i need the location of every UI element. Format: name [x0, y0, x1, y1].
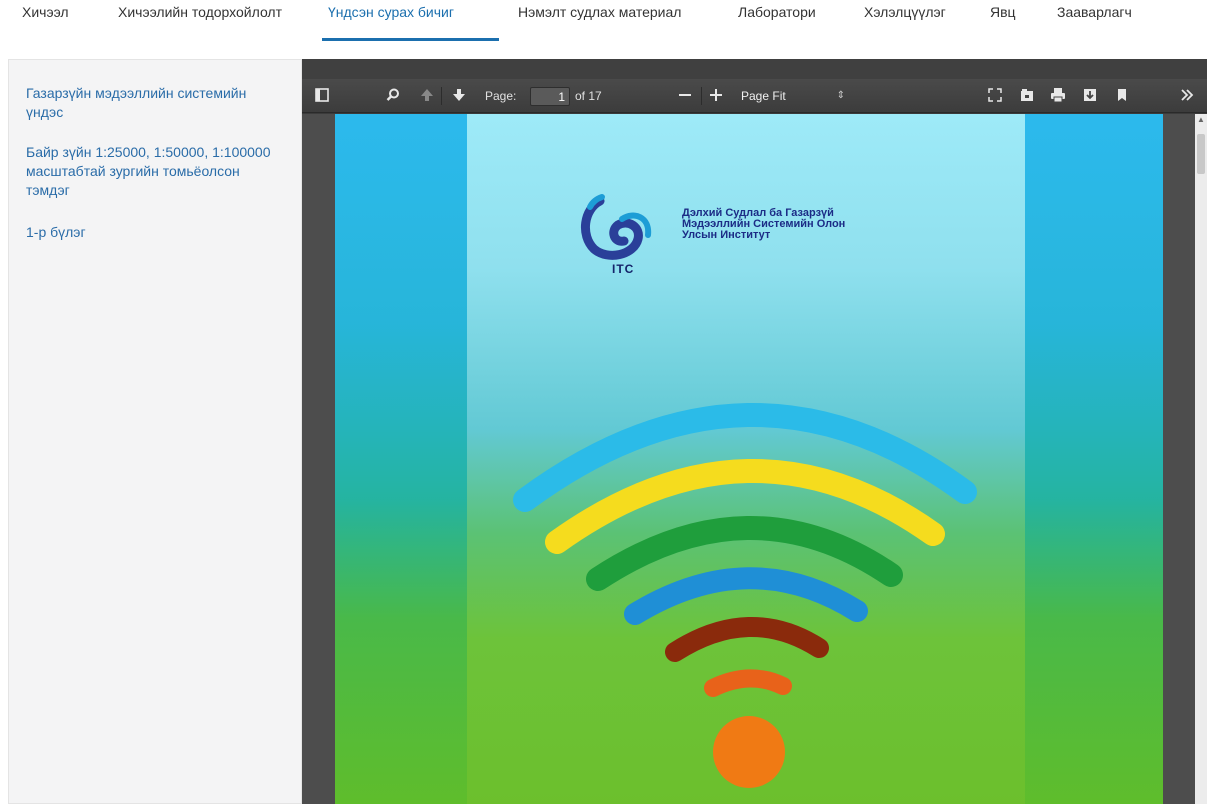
zoom-out-icon[interactable] [677, 87, 695, 105]
download-icon[interactable] [1082, 87, 1100, 105]
zoom-select[interactable]: Page Fit ⇕ [735, 86, 845, 106]
presentation-mode-icon[interactable] [987, 87, 1005, 105]
active-tab-indicator [322, 38, 499, 41]
print-icon[interactable] [1050, 87, 1068, 105]
wifi-dot [713, 716, 785, 788]
open-file-icon[interactable] [1019, 87, 1037, 105]
toolbar-separator [701, 87, 702, 105]
course-nav: Хичээл Хичээлийн тодорхойлолт Үндсэн сур… [0, 0, 1207, 42]
search-icon[interactable] [385, 87, 403, 105]
tab-main-textbook[interactable]: Үндсэн сурах бичиг [328, 4, 454, 42]
scroll-up-icon[interactable]: ▲ [1197, 116, 1205, 124]
zoom-select-value: Page Fit [741, 89, 786, 103]
wifi-arc-1 [513, 402, 977, 512]
sidebar-item-gis-basics[interactable]: Газарзүйн мэдээллийн системийн үндэс [26, 84, 286, 122]
scrollbar-thumb[interactable] [1197, 134, 1205, 174]
tab-progress[interactable]: Явц [990, 4, 1016, 42]
sidebar-item-chapter-1[interactable]: 1-р бүлэг [26, 223, 286, 242]
wifi-arc-6 [704, 669, 792, 697]
vertical-scrollbar[interactable]: ▲ [1195, 114, 1207, 804]
chevron-updown-icon: ⇕ [836, 90, 845, 101]
tools-icon[interactable] [1179, 87, 1197, 105]
tab-additional-material[interactable]: Нэмэлт судлах материал [518, 4, 681, 42]
viewer-top-strip [302, 59, 1207, 79]
bookmark-icon[interactable] [1114, 87, 1132, 105]
sidebar-item-map-symbols[interactable]: Байр зүйн 1:25000, 1:50000, 1:100000 мас… [26, 143, 286, 200]
wifi-arc-4 [624, 567, 868, 625]
tab-discussion[interactable]: Хэлэлцүүлэг [864, 4, 946, 42]
toolbar-separator [441, 87, 442, 105]
next-page-icon[interactable] [451, 87, 469, 105]
page-number-input[interactable] [530, 87, 570, 106]
sidebar-toggle-icon[interactable] [314, 87, 332, 105]
tab-laboratory[interactable]: Лаборатори [738, 4, 816, 42]
page-label: Page: [485, 89, 517, 103]
document-area[interactable]: ITC Дэлхий Судлал ба Газарзүй Мэдээллийн… [302, 114, 1207, 804]
pdf-viewer: Page: of 17 Page Fit ⇕ [302, 59, 1207, 804]
tab-instructor[interactable]: Зааварлагч [1057, 4, 1132, 42]
pdf-toolbar: Page: of 17 Page Fit ⇕ [302, 79, 1207, 113]
zoom-in-icon[interactable] [708, 87, 726, 105]
wifi-arc-5 [665, 616, 829, 662]
chapter-sidebar: Газарзүйн мэдээллийн системийн үндэс Бай… [8, 59, 302, 804]
wifi-illustration [513, 402, 977, 788]
previous-page-icon[interactable] [419, 87, 437, 105]
page-total: of 17 [575, 89, 602, 103]
tab-course[interactable]: Хичээл [22, 4, 69, 42]
tab-course-description[interactable]: Хичээлийн тодорхойлолт [118, 4, 282, 42]
pdf-page: ITC Дэлхий Судлал ба Газарзүй Мэдээллийн… [335, 114, 1163, 804]
